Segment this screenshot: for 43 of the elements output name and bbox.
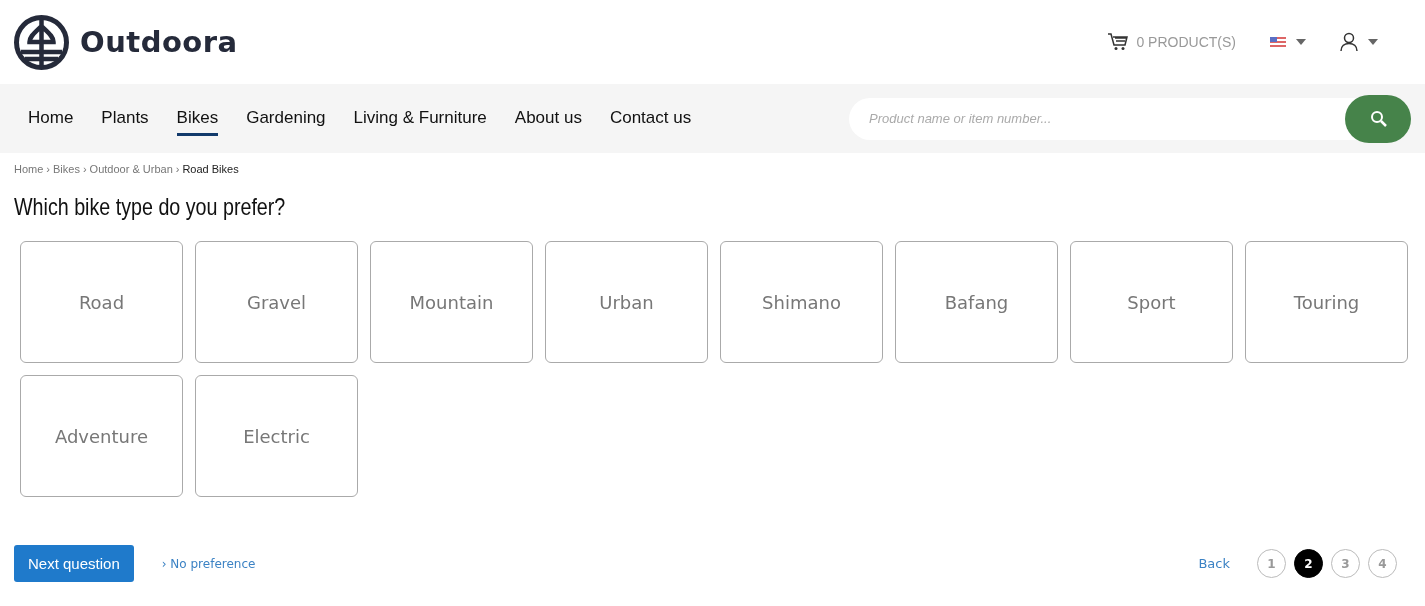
- breadcrumb-separator: ›: [46, 163, 50, 175]
- breadcrumb-link[interactable]: Home: [14, 163, 44, 175]
- nav-link[interactable]: Home: [28, 104, 74, 136]
- option-card[interactable]: Touring: [1245, 241, 1408, 363]
- option-card[interactable]: Bafang: [895, 241, 1058, 363]
- no-preference-link[interactable]: › No preference: [161, 556, 256, 571]
- step-indicator[interactable]: 4: [1368, 549, 1397, 578]
- option-card[interactable]: Adventure: [20, 375, 183, 497]
- search-icon: [1369, 110, 1387, 127]
- breadcrumb-separator: ›: [175, 163, 180, 175]
- nav-link[interactable]: Contact us: [609, 104, 692, 136]
- breadcrumb-link[interactable]: Bikes: [53, 163, 80, 175]
- step-indicator[interactable]: 3: [1331, 549, 1360, 578]
- breadcrumb-link[interactable]: Outdoor & Urban: [89, 163, 173, 175]
- logo-icon: [13, 13, 70, 71]
- caret-icon: [1368, 39, 1378, 45]
- back-link[interactable]: Back: [1198, 556, 1230, 571]
- option-card[interactable]: Sport: [1070, 241, 1233, 363]
- cart-icon: [1108, 33, 1129, 51]
- nav-link[interactable]: About us: [514, 104, 582, 136]
- user-icon[interactable]: [1340, 32, 1358, 52]
- option-card[interactable]: Road: [20, 241, 183, 363]
- logo-text: Outdoora: [80, 25, 238, 59]
- question-heading: Which bike type do you prefer?: [14, 193, 287, 221]
- nav-link[interactable]: Living & Furniture: [353, 104, 487, 136]
- cart-link[interactable]: 0 PRODUCT(S): [1108, 33, 1236, 51]
- breadcrumb-link[interactable]: Road Bikes: [182, 163, 239, 175]
- step-indicator[interactable]: 2: [1294, 549, 1323, 578]
- search-button[interactable]: [1345, 94, 1411, 143]
- caret-icon: [1296, 39, 1306, 45]
- step-indicator[interactable]: 1: [1257, 549, 1286, 578]
- breadcrumb-separator: ›: [82, 163, 87, 175]
- option-card[interactable]: Shimano: [720, 241, 883, 363]
- option-card[interactable]: Gravel: [195, 241, 358, 363]
- nav-link[interactable]: Plants: [101, 104, 149, 136]
- nav-link[interactable]: Gardening: [246, 104, 326, 136]
- nav-link[interactable]: Bikes: [176, 104, 219, 136]
- flag-icon[interactable]: [1270, 37, 1286, 47]
- option-card[interactable]: Urban: [545, 241, 708, 363]
- search-field[interactable]: Product name or item number...: [849, 110, 1345, 127]
- option-card[interactable]: Electric: [195, 375, 358, 497]
- option-card[interactable]: Mountain: [370, 241, 533, 363]
- next-question-button[interactable]: Next question: [14, 545, 134, 582]
